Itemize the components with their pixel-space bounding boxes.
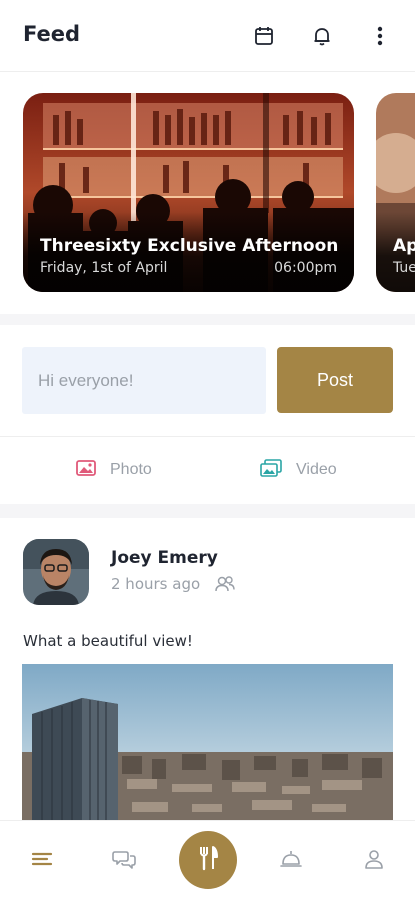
restaurant-button[interactable] (179, 831, 237, 889)
photo-button[interactable]: Photo (76, 458, 152, 482)
profile-icon[interactable] (362, 847, 386, 871)
page-title: Feed (23, 22, 81, 46)
post-button[interactable]: Post (277, 347, 393, 413)
event-card[interactable]: Ap Tue (376, 93, 415, 292)
post-text: What a beautiful view! (23, 632, 193, 650)
service-bell-icon[interactable] (279, 847, 303, 871)
app-header: Feed (0, 0, 415, 72)
event-date: Friday, 1st of April (40, 260, 168, 276)
post-composer: Post (0, 325, 415, 437)
video-label: Video (296, 461, 337, 478)
restaurant-icon (194, 844, 222, 876)
event-title: Ap (393, 236, 415, 256)
post-input[interactable] (22, 347, 266, 414)
bell-icon[interactable] (309, 22, 335, 50)
photo-label: Photo (110, 461, 152, 478)
gallery-icon (260, 458, 282, 482)
media-options: Photo Video (0, 438, 415, 504)
friends-icon (214, 575, 236, 593)
image-icon (76, 459, 96, 481)
video-button[interactable]: Video (260, 458, 337, 482)
calendar-icon[interactable] (251, 22, 277, 50)
post-author[interactable]: Joey Emery (111, 548, 218, 568)
event-title: Threesixty Exclusive Afternoon (40, 236, 339, 256)
bottom-nav (0, 820, 415, 900)
more-vertical-icon[interactable] (367, 22, 393, 50)
event-card[interactable]: Threesixty Exclusive Afternoon Friday, 1… (23, 93, 354, 292)
post-time: 2 hours ago (111, 575, 201, 593)
chat-icon[interactable] (112, 847, 136, 871)
section-divider (0, 504, 415, 518)
post-photo[interactable] (22, 664, 393, 820)
menu-icon[interactable] (30, 847, 54, 871)
feed-post: Joey Emery 2 hours ago What a beautiful … (0, 518, 415, 820)
event-time: 06:00pm (274, 260, 337, 276)
avatar[interactable] (23, 539, 89, 605)
event-date: Tue (393, 260, 415, 276)
events-carousel[interactable]: Threesixty Exclusive Afternoon Friday, 1… (0, 72, 415, 314)
section-divider (0, 314, 415, 325)
